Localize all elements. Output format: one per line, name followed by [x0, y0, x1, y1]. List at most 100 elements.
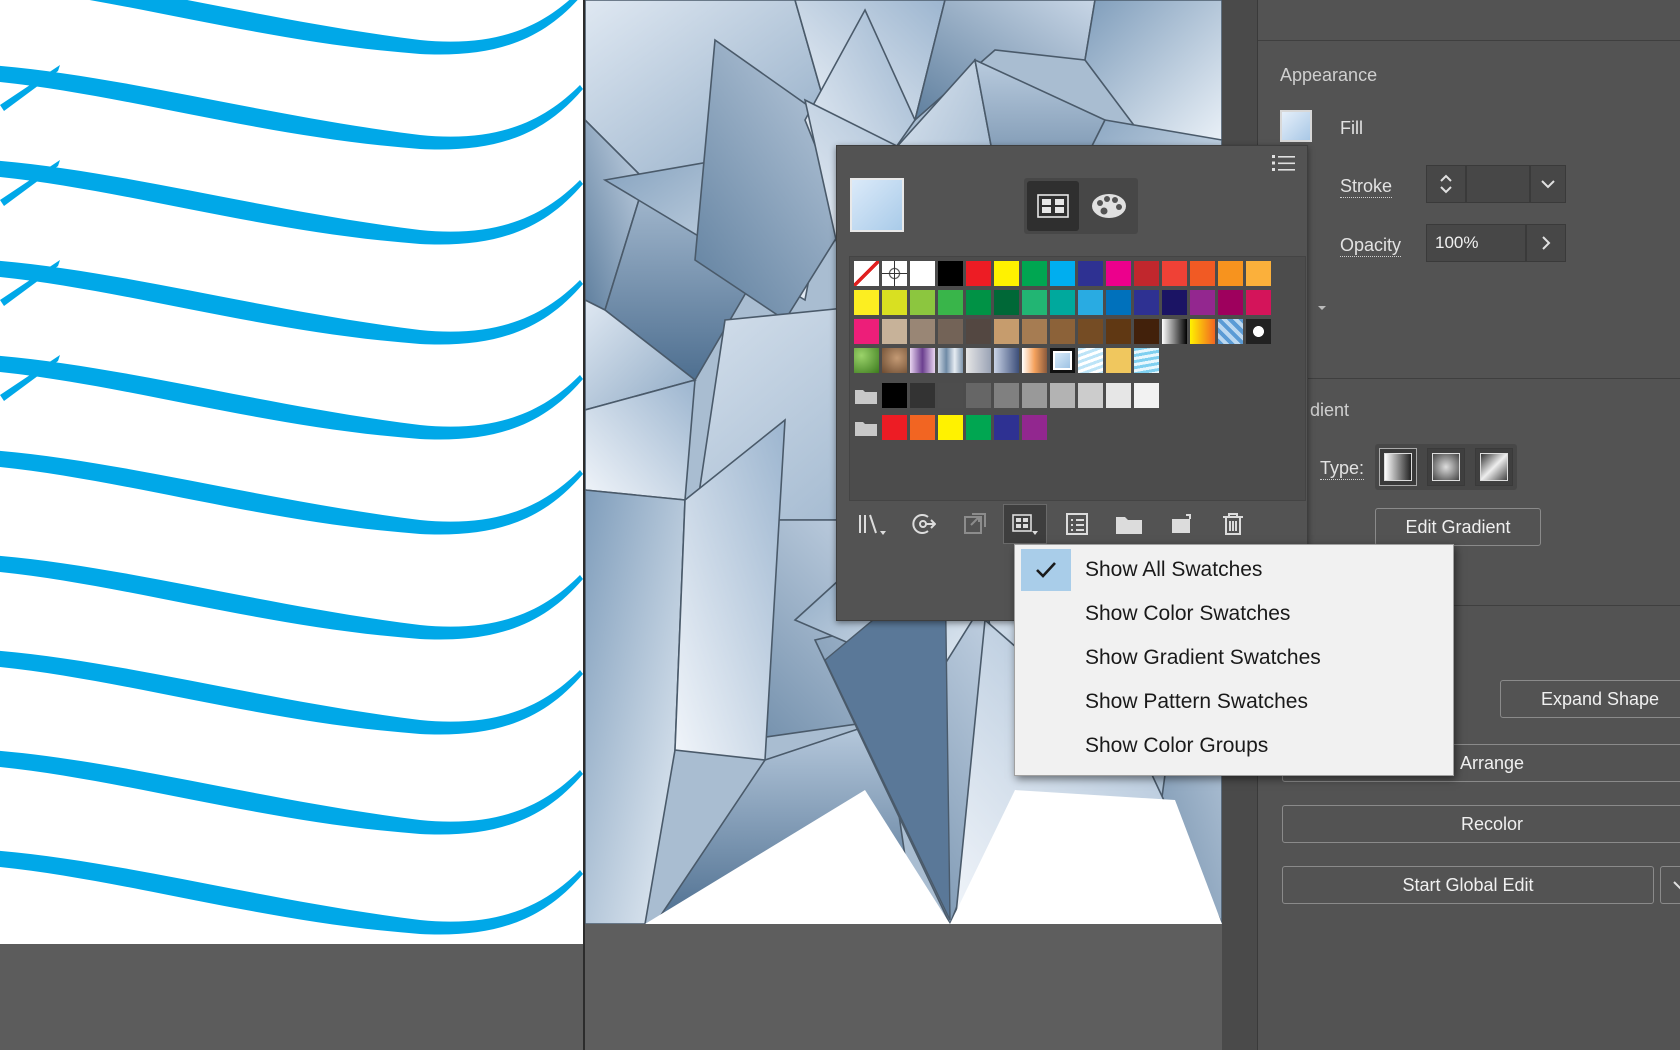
swatch-2-4[interactable] — [966, 319, 991, 344]
swatch-1-7[interactable] — [1050, 290, 1075, 315]
swatch-2-1[interactable] — [882, 319, 907, 344]
swatch-2-5[interactable] — [994, 319, 1019, 344]
gray-group-swatch[interactable] — [966, 383, 991, 408]
swatch-1-1[interactable] — [882, 290, 907, 315]
more-options-icon[interactable] — [1318, 306, 1326, 310]
swatch-1-11[interactable] — [1162, 290, 1187, 315]
gray-group-swatch[interactable] — [1050, 383, 1075, 408]
recolor-button[interactable]: Recolor — [1282, 805, 1680, 843]
stroke-weight-input[interactable] — [1466, 165, 1530, 203]
swatch-options-icon[interactable] — [1055, 504, 1099, 544]
blue-wave-stroke[interactable] — [0, 260, 583, 345]
swatch-2-12[interactable] — [1190, 319, 1215, 344]
add-to-library-icon[interactable] — [901, 504, 945, 544]
swatch-2-2[interactable] — [910, 319, 935, 344]
swatch-0-9[interactable] — [1106, 261, 1131, 286]
swatch-0-6[interactable] — [1022, 261, 1047, 286]
stroke-weight-stepper[interactable] — [1426, 165, 1466, 203]
menu-item-show-color-groups[interactable]: Show Color Groups — [1015, 724, 1453, 768]
folder-icon[interactable] — [854, 419, 878, 437]
swatch-0-3[interactable] — [938, 261, 963, 286]
swatch-1-9[interactable] — [1106, 290, 1131, 315]
swatch-2-14[interactable] — [1246, 319, 1271, 344]
menu-item-show-color-swatches[interactable]: Show Color Swatches — [1015, 592, 1453, 636]
global-edit-options-button[interactable] — [1660, 866, 1680, 904]
blue-wave-stroke[interactable] — [0, 160, 583, 245]
swatch-3-6[interactable] — [1022, 348, 1047, 373]
swatch-0-11[interactable] — [1162, 261, 1187, 286]
panel-menu-icon[interactable] — [1271, 152, 1297, 179]
gray-group-swatch[interactable] — [910, 383, 935, 408]
swatch-0-14[interactable] — [1246, 261, 1271, 286]
blue-wave-stroke[interactable] — [0, 850, 583, 935]
swatch-3-4[interactable] — [966, 348, 991, 373]
swatch-2-9[interactable] — [1106, 319, 1131, 344]
swatch-1-12[interactable] — [1190, 290, 1215, 315]
swatch-2-13[interactable] — [1218, 319, 1243, 344]
opacity-input[interactable]: 100% — [1426, 224, 1526, 262]
blue-wave-stroke[interactable] — [0, 650, 583, 735]
color-group-swatch[interactable] — [994, 415, 1019, 440]
swatch-0-2[interactable] — [910, 261, 935, 286]
swatch-3-9[interactable] — [1106, 348, 1131, 373]
gray-group-swatch[interactable] — [1106, 383, 1131, 408]
swatch-3-10[interactable] — [1134, 348, 1159, 373]
blue-wave-stroke[interactable] — [0, 65, 583, 150]
new-color-group-icon[interactable] — [1107, 504, 1151, 544]
folder-icon[interactable] — [854, 387, 878, 405]
gray-group-swatch[interactable] — [882, 383, 907, 408]
gray-group-swatch[interactable] — [938, 383, 963, 408]
swatch-0-1[interactable] — [882, 261, 907, 286]
menu-item-show-all-swatches[interactable]: Show All Swatches — [1015, 548, 1453, 592]
expand-shape-button[interactable]: Expand Shape — [1500, 680, 1680, 718]
swatch-1-4[interactable] — [966, 290, 991, 315]
blue-wave-stroke[interactable] — [0, 0, 583, 55]
swatch-3-1[interactable] — [882, 348, 907, 373]
stroke-dropdown[interactable] — [1530, 165, 1566, 203]
swatch-0-12[interactable] — [1190, 261, 1215, 286]
fill-swatch[interactable] — [1280, 110, 1312, 142]
edit-gradient-button[interactable]: Edit Gradient — [1375, 508, 1541, 546]
swatch-3-2[interactable] — [910, 348, 935, 373]
swatch-1-8[interactable] — [1078, 290, 1103, 315]
swatch-2-10[interactable] — [1134, 319, 1159, 344]
show-kinds-menu-icon[interactable] — [1003, 504, 1047, 544]
grid-view-button[interactable] — [1027, 181, 1079, 231]
swatch-1-5[interactable] — [994, 290, 1019, 315]
swatch-2-6[interactable] — [1022, 319, 1047, 344]
swatch-1-14[interactable] — [1246, 290, 1271, 315]
swatch-1-3[interactable] — [938, 290, 963, 315]
place-swatches-icon[interactable] — [953, 504, 997, 544]
swatch-2-7[interactable] — [1050, 319, 1075, 344]
swatch-0-4[interactable] — [966, 261, 991, 286]
swatch-3-7[interactable] — [1050, 348, 1075, 373]
freeform-gradient-button[interactable] — [1475, 448, 1513, 486]
swatch-0-10[interactable] — [1134, 261, 1159, 286]
delete-swatch-icon[interactable] — [1211, 504, 1255, 544]
active-fill-swatch[interactable] — [850, 178, 904, 232]
menu-item-show-gradient-swatches[interactable]: Show Gradient Swatches — [1015, 636, 1453, 680]
swatch-1-13[interactable] — [1218, 290, 1243, 315]
menu-item-show-pattern-swatches[interactable]: Show Pattern Swatches — [1015, 680, 1453, 724]
swatch-0-13[interactable] — [1218, 261, 1243, 286]
color-palette-button[interactable] — [1083, 181, 1135, 231]
blue-wave-stroke[interactable] — [0, 450, 583, 535]
blue-wave-stroke[interactable] — [0, 555, 583, 640]
swatch-3-8[interactable] — [1078, 348, 1103, 373]
color-group-swatch[interactable] — [938, 415, 963, 440]
swatch-2-8[interactable] — [1078, 319, 1103, 344]
stroke-label[interactable]: Stroke — [1340, 176, 1393, 198]
swatch-0-8[interactable] — [1078, 261, 1103, 286]
linear-gradient-button[interactable] — [1379, 448, 1417, 486]
start-global-edit-button[interactable]: Start Global Edit — [1282, 866, 1654, 904]
swatch-libraries-icon[interactable] — [851, 504, 895, 544]
opacity-label[interactable]: Opacity — [1340, 235, 1402, 257]
gray-group-swatch[interactable] — [1134, 383, 1159, 408]
swatch-2-3[interactable] — [938, 319, 963, 344]
gray-group-swatch[interactable] — [1078, 383, 1103, 408]
swatch-1-10[interactable] — [1134, 290, 1159, 315]
blue-wave-stroke[interactable] — [0, 750, 583, 835]
color-group-swatch[interactable] — [910, 415, 935, 440]
color-group-swatch[interactable] — [1022, 415, 1047, 440]
blue-wave-stroke[interactable] — [0, 355, 583, 440]
